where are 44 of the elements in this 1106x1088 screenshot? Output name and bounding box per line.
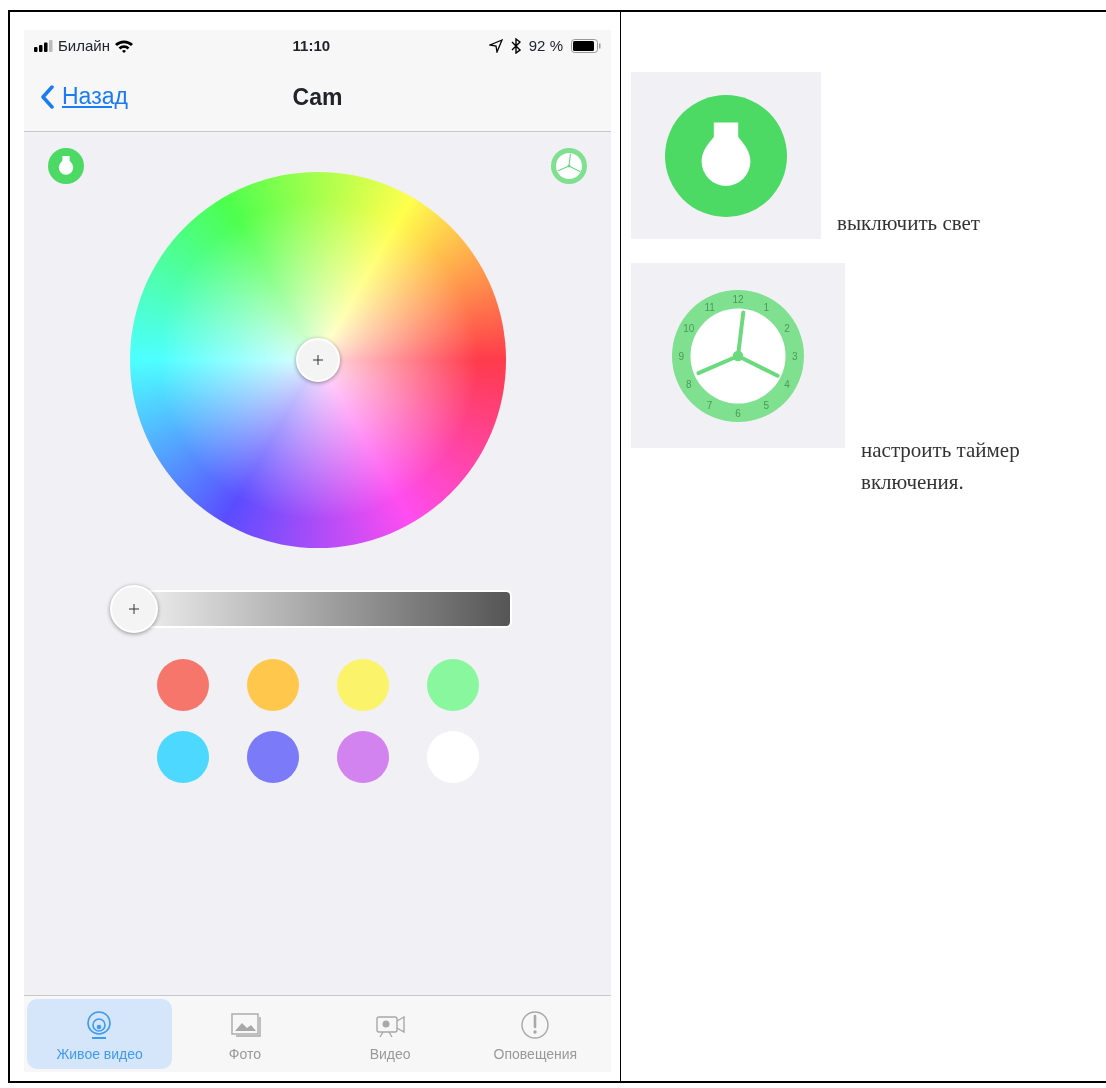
battery-percent: 92 % [528, 35, 563, 56]
dial-number: 8 [686, 378, 692, 390]
bluetooth-icon [510, 38, 521, 54]
dial-number: 12 [732, 293, 744, 305]
chevron-left-icon [40, 84, 54, 109]
tab-bar-item[interactable]: Оповещения [462, 999, 608, 1069]
light-bulb-icon[interactable] [48, 148, 84, 184]
dial-number: 4 [784, 378, 790, 390]
back-link[interactable]: Назад [24, 79, 128, 114]
color-swatch[interactable] [246, 731, 299, 783]
wifi-icon [114, 39, 134, 53]
dial-number: 1 [763, 301, 770, 313]
tab-bar-item[interactable]: Живое видео [27, 999, 173, 1069]
color-swatch[interactable] [336, 659, 389, 711]
location-arrow-icon [488, 39, 503, 53]
dial-number: 10 [683, 322, 695, 334]
exclamation-icon [519, 1010, 552, 1040]
carrier-name: Билайн [58, 35, 110, 56]
dial-number: 5 [763, 399, 770, 411]
screen-title: Cam [292, 83, 343, 112]
brightness-slider[interactable] [109, 585, 512, 633]
color-swatch[interactable] [336, 731, 389, 783]
color-swatch[interactable] [156, 659, 209, 711]
image-icon [228, 1010, 261, 1040]
slider-thumb[interactable] [109, 585, 158, 633]
color-swatch[interactable] [426, 659, 479, 711]
battery-icon [571, 39, 601, 53]
signal-icon [34, 40, 54, 52]
tab-bar-item[interactable]: Видео [317, 999, 463, 1069]
color-swatch[interactable] [246, 659, 299, 711]
tab-bar-item[interactable]: Фото [172, 999, 318, 1069]
dial-number: 2 [784, 322, 790, 334]
caption-text: настроить таймер включения. [861, 437, 1021, 496]
dial-number: 7 [706, 399, 713, 411]
dial-number: 11 [704, 301, 715, 313]
caption-text: выключить свет [837, 209, 980, 237]
timer-clock-icon[interactable] [551, 148, 587, 184]
dial-number: 9 [678, 350, 684, 362]
status-time: 11:10 [292, 35, 331, 56]
dial-number: 6 [735, 407, 741, 419]
color-picker-thumb[interactable] [295, 338, 340, 382]
back-label[interactable]: Назад [62, 79, 128, 114]
dial-number: 3 [792, 350, 798, 362]
color-swatch[interactable] [156, 731, 209, 783]
